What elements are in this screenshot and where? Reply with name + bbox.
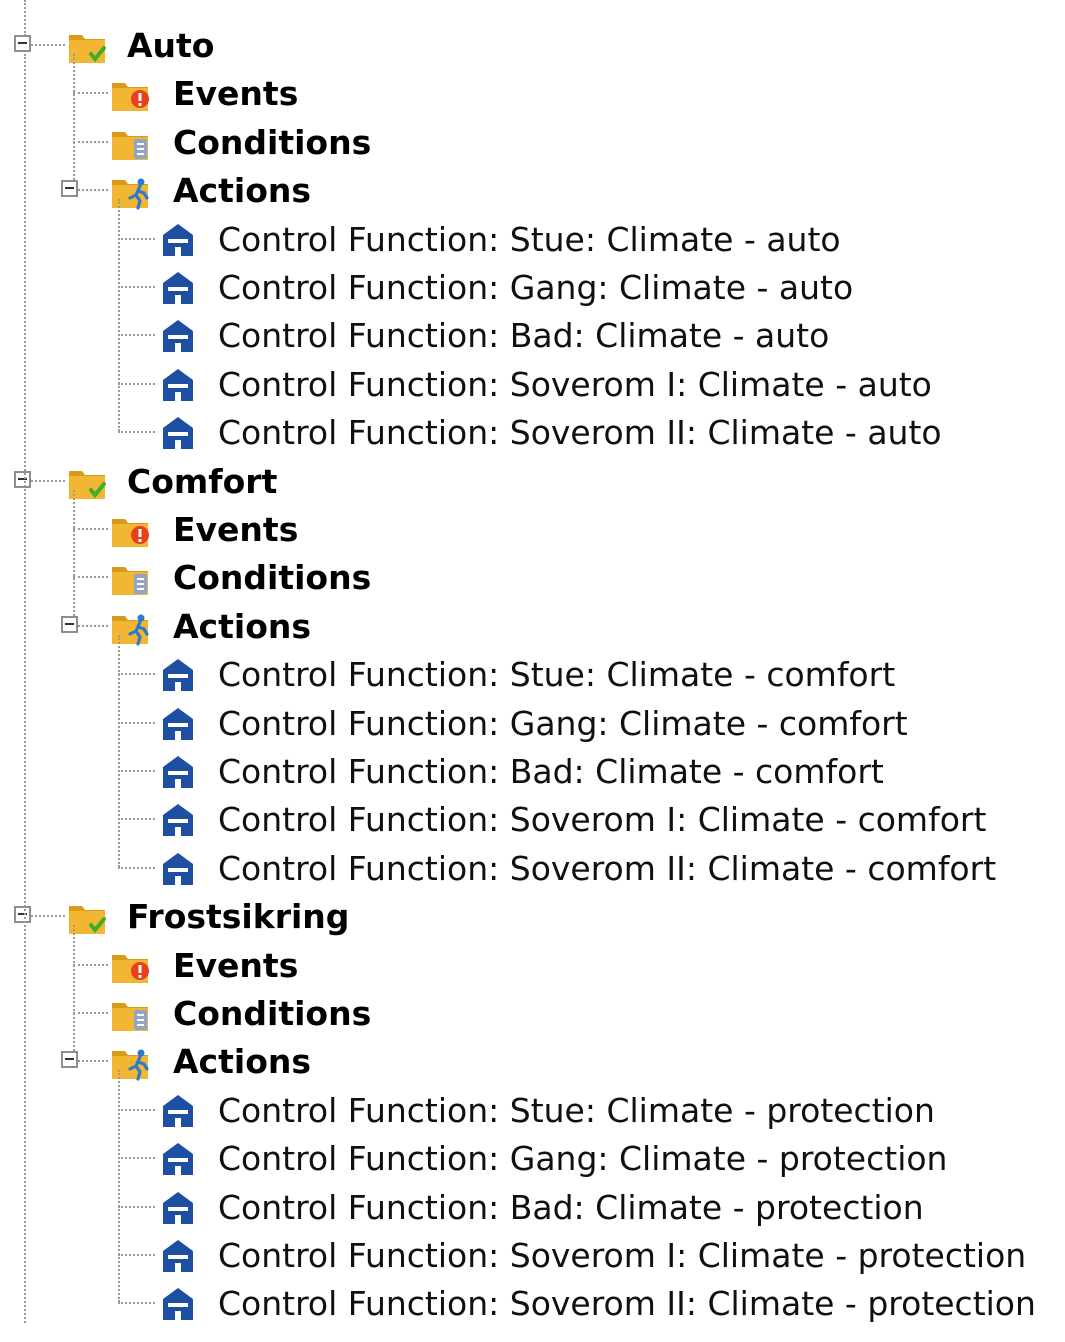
tree-node-label: Events (173, 510, 299, 549)
folder-conditions-icon (110, 559, 152, 597)
tree-node-actions[interactable]: Actions (0, 603, 1065, 651)
tree-node-events[interactable]: Events (0, 506, 1065, 554)
collapse-toggle-icon[interactable] (61, 615, 78, 633)
tree-node-label: Auto (127, 26, 215, 65)
tree-connector-line (118, 1070, 120, 1303)
folder-actions-icon (110, 172, 152, 210)
house-icon (157, 366, 199, 404)
house-icon (157, 1092, 199, 1130)
house-icon (157, 414, 199, 452)
collapse-toggle-icon[interactable] (61, 1051, 78, 1069)
tree-node-control-function[interactable]: Control Function: Soverom II: Climate - … (0, 845, 1065, 893)
tree-node-events[interactable]: Events (0, 70, 1065, 118)
tree-node-control-function[interactable]: Control Function: Soverom I: Climate - p… (0, 1232, 1065, 1280)
collapse-toggle-icon[interactable] (14, 470, 31, 488)
house-icon (157, 753, 199, 791)
folder-conditions-icon (110, 124, 152, 162)
tree-node-actions[interactable]: Actions (0, 167, 1065, 215)
tree-node-label: Frostsikring (127, 897, 350, 937)
tree-node-label: Control Function: Stue: Climate - protec… (218, 1090, 935, 1130)
house-icon (157, 269, 199, 307)
tree-node-label: Actions (173, 171, 311, 211)
tree-node-label: Conditions (173, 994, 372, 1033)
tree-node-label: Control Function: Gang: Climate - auto (218, 268, 854, 307)
tree-node-control-function[interactable]: Control Function: Bad: Climate - auto (0, 312, 1065, 360)
house-icon (157, 1140, 199, 1178)
tree-node-control-function[interactable]: Control Function: Gang: Climate - auto (0, 264, 1065, 312)
tree-node-control-function[interactable]: Control Function: Gang: Climate - comfor… (0, 700, 1065, 748)
tree-node-group[interactable]: Comfort (0, 458, 1065, 506)
tree-node-label: Conditions (173, 122, 372, 162)
tree-node-control-function[interactable]: Control Function: Stue: Climate - comfor… (0, 651, 1065, 699)
tree-node-label: Control Function: Bad: Climate - comfort (218, 752, 884, 791)
tree-node-label: Actions (173, 606, 311, 646)
folder-actions-icon (110, 608, 152, 646)
tree-node-label: Control Function: Soverom II: Climate - … (218, 1284, 1036, 1324)
folder-events-icon (110, 75, 152, 113)
tree-node-control-function[interactable]: Control Function: Bad: Climate - comfort (0, 748, 1065, 796)
tree-node-label: Events (173, 74, 299, 114)
tree-connector-line (24, 54, 26, 1323)
tree-node-conditions[interactable]: Conditions (0, 554, 1065, 602)
house-icon (157, 221, 199, 259)
collapse-toggle-icon[interactable] (14, 35, 31, 52)
tree-node-group[interactable]: Auto (0, 22, 1065, 70)
tree-connector-line (73, 54, 75, 181)
tree-node-control-function[interactable]: Control Function: Soverom II: Climate - … (0, 1280, 1065, 1328)
tree-node-label: Control Function: Bad: Climate - auto (218, 316, 830, 356)
collapse-toggle-icon[interactable] (61, 180, 78, 198)
house-icon (157, 1237, 199, 1275)
tree-node-control-function[interactable]: Control Function: Soverom I: Climate - c… (0, 796, 1065, 844)
collapse-toggle-icon[interactable] (14, 906, 31, 924)
tree-node-label: Comfort (127, 461, 278, 501)
tree-node-events[interactable]: Events (0, 942, 1065, 990)
house-icon (157, 705, 199, 743)
tree-node-label: Events (173, 945, 299, 985)
tree-node-control-function[interactable]: Control Function: Soverom II: Climate - … (0, 409, 1065, 457)
tree-node-label: Control Function: Stue: Climate - auto (218, 219, 841, 259)
tree-node-control-function[interactable]: Control Function: Stue: Climate - auto (0, 216, 1065, 264)
tree-node-label: Control Function: Stue: Climate - comfor… (218, 655, 896, 695)
tree-node-label: Control Function: Bad: Climate - protect… (218, 1187, 924, 1227)
tree-node-actions[interactable]: Actions (0, 1038, 1065, 1086)
tree-node-conditions[interactable]: Conditions (0, 119, 1065, 167)
tree-node-conditions[interactable]: Conditions (0, 990, 1065, 1038)
tree-node-label: Conditions (173, 558, 372, 598)
house-icon (157, 656, 199, 694)
folder-conditions-icon (110, 995, 152, 1033)
folder-actions-icon (110, 1043, 152, 1081)
house-icon (157, 1285, 199, 1323)
tree-node-label: Control Function: Soverom I: Climate - c… (218, 800, 987, 840)
tree-node-label: Actions (173, 1042, 311, 1082)
house-icon (157, 850, 199, 888)
house-icon (157, 1189, 199, 1227)
tree-node-label: Control Function: Soverom I: Climate - p… (218, 1236, 1027, 1275)
tree-node-control-function[interactable]: Control Function: Gang: Climate - protec… (0, 1135, 1065, 1183)
house-icon (157, 801, 199, 839)
tree-node-control-function[interactable]: Control Function: Stue: Climate - protec… (0, 1087, 1065, 1135)
tree-node-label: Control Function: Soverom II: Climate - … (218, 413, 942, 453)
tree-node-label: Control Function: Soverom II: Climate - … (218, 848, 997, 888)
folder-events-icon (110, 947, 152, 985)
tree-connector-line (118, 199, 120, 432)
tree-node-control-function[interactable]: Control Function: Bad: Climate - protect… (0, 1184, 1065, 1232)
house-icon (157, 317, 199, 355)
tree-connector-line (118, 634, 120, 867)
tree-node-group[interactable]: Frostsikring (0, 893, 1065, 941)
tree-node-control-function[interactable]: Control Function: Soverom I: Climate - a… (0, 361, 1065, 409)
tree-connector-line (73, 489, 75, 616)
rule-tree: Auto Events Conditions Actions Control F… (0, 0, 1065, 1323)
tree-node-label: Control Function: Soverom I: Climate - a… (218, 364, 932, 404)
folder-events-icon (110, 511, 152, 549)
tree-node-label: Control Function: Gang: Climate - protec… (218, 1139, 948, 1179)
tree-connector-line (73, 925, 75, 1052)
tree-node-label: Control Function: Gang: Climate - comfor… (218, 703, 908, 743)
